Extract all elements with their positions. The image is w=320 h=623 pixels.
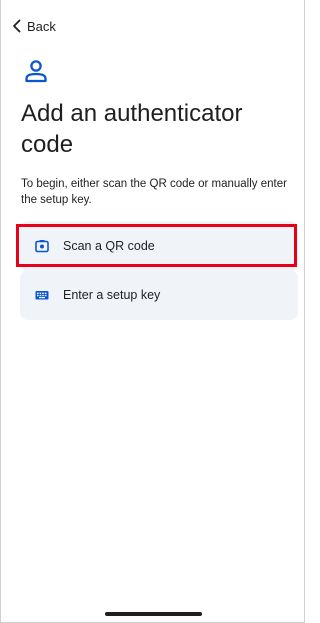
scan-qr-code-option[interactable]: Scan a QR code <box>20 221 298 271</box>
scan-qr-code-label: Scan a QR code <box>63 239 155 253</box>
back-label: Back <box>27 18 56 34</box>
account-icon <box>25 60 47 83</box>
home-indicator[interactable] <box>105 612 202 616</box>
screen: Back Add an authenticator code To begin,… <box>0 0 305 623</box>
page-description: To begin, either scan the QR code or man… <box>21 178 287 206</box>
camera-icon <box>35 240 49 253</box>
enter-setup-key-option[interactable]: Enter a setup key <box>20 270 298 320</box>
keyboard-icon <box>35 291 49 300</box>
chevron-left-icon <box>13 19 21 33</box>
page-title: Add an authenticator code <box>21 100 243 158</box>
back-button[interactable]: Back <box>11 16 56 36</box>
enter-setup-key-label: Enter a setup key <box>63 288 161 302</box>
